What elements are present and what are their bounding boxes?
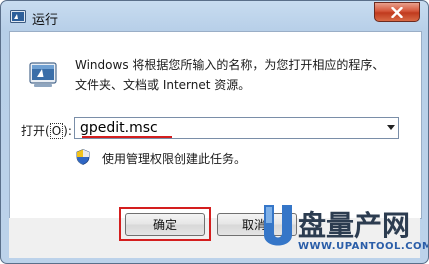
run-dialog: 运行 Windows 将根据您所输入的名称，为您打开相应的程序、文件夹、文档或 … bbox=[0, 0, 429, 264]
window-title: 运行 bbox=[32, 13, 59, 28]
run-program-icon bbox=[29, 62, 57, 87]
open-label-hotkey: O bbox=[49, 123, 64, 139]
open-label-suffix: ): bbox=[63, 124, 72, 138]
command-input[interactable]: gpedit.msc bbox=[80, 120, 158, 136]
dialog-content: Windows 将根据您所输入的名称，为您打开相应的程序、文件夹、文档或 Int… bbox=[9, 31, 422, 219]
admin-privilege-note: 使用管理权限创建此任务。 bbox=[102, 152, 247, 166]
watermark-url: WWW.UPANTOOL.COM bbox=[298, 241, 428, 252]
site-watermark: 盘量产网 WWW.UPANTOOL.COM bbox=[260, 201, 428, 261]
open-label-prefix: 打开( bbox=[21, 124, 50, 138]
command-highlight-underline bbox=[82, 136, 172, 138]
open-label: 打开(O): bbox=[21, 122, 72, 139]
run-icon bbox=[10, 10, 26, 23]
dropdown-arrow-icon[interactable] bbox=[387, 125, 395, 130]
run-description: Windows 将根据您所输入的名称，为您打开相应的程序、文件夹、文档或 Int… bbox=[75, 58, 385, 92]
uac-shield-icon bbox=[76, 149, 90, 165]
ok-button[interactable]: 确定 bbox=[125, 213, 205, 236]
u-logo-icon bbox=[264, 205, 292, 246]
title-bar[interactable]: 运行 bbox=[1, 1, 428, 31]
close-button[interactable] bbox=[374, 2, 420, 22]
watermark-name: 盘量产网 bbox=[298, 209, 411, 242]
close-icon bbox=[391, 6, 403, 18]
